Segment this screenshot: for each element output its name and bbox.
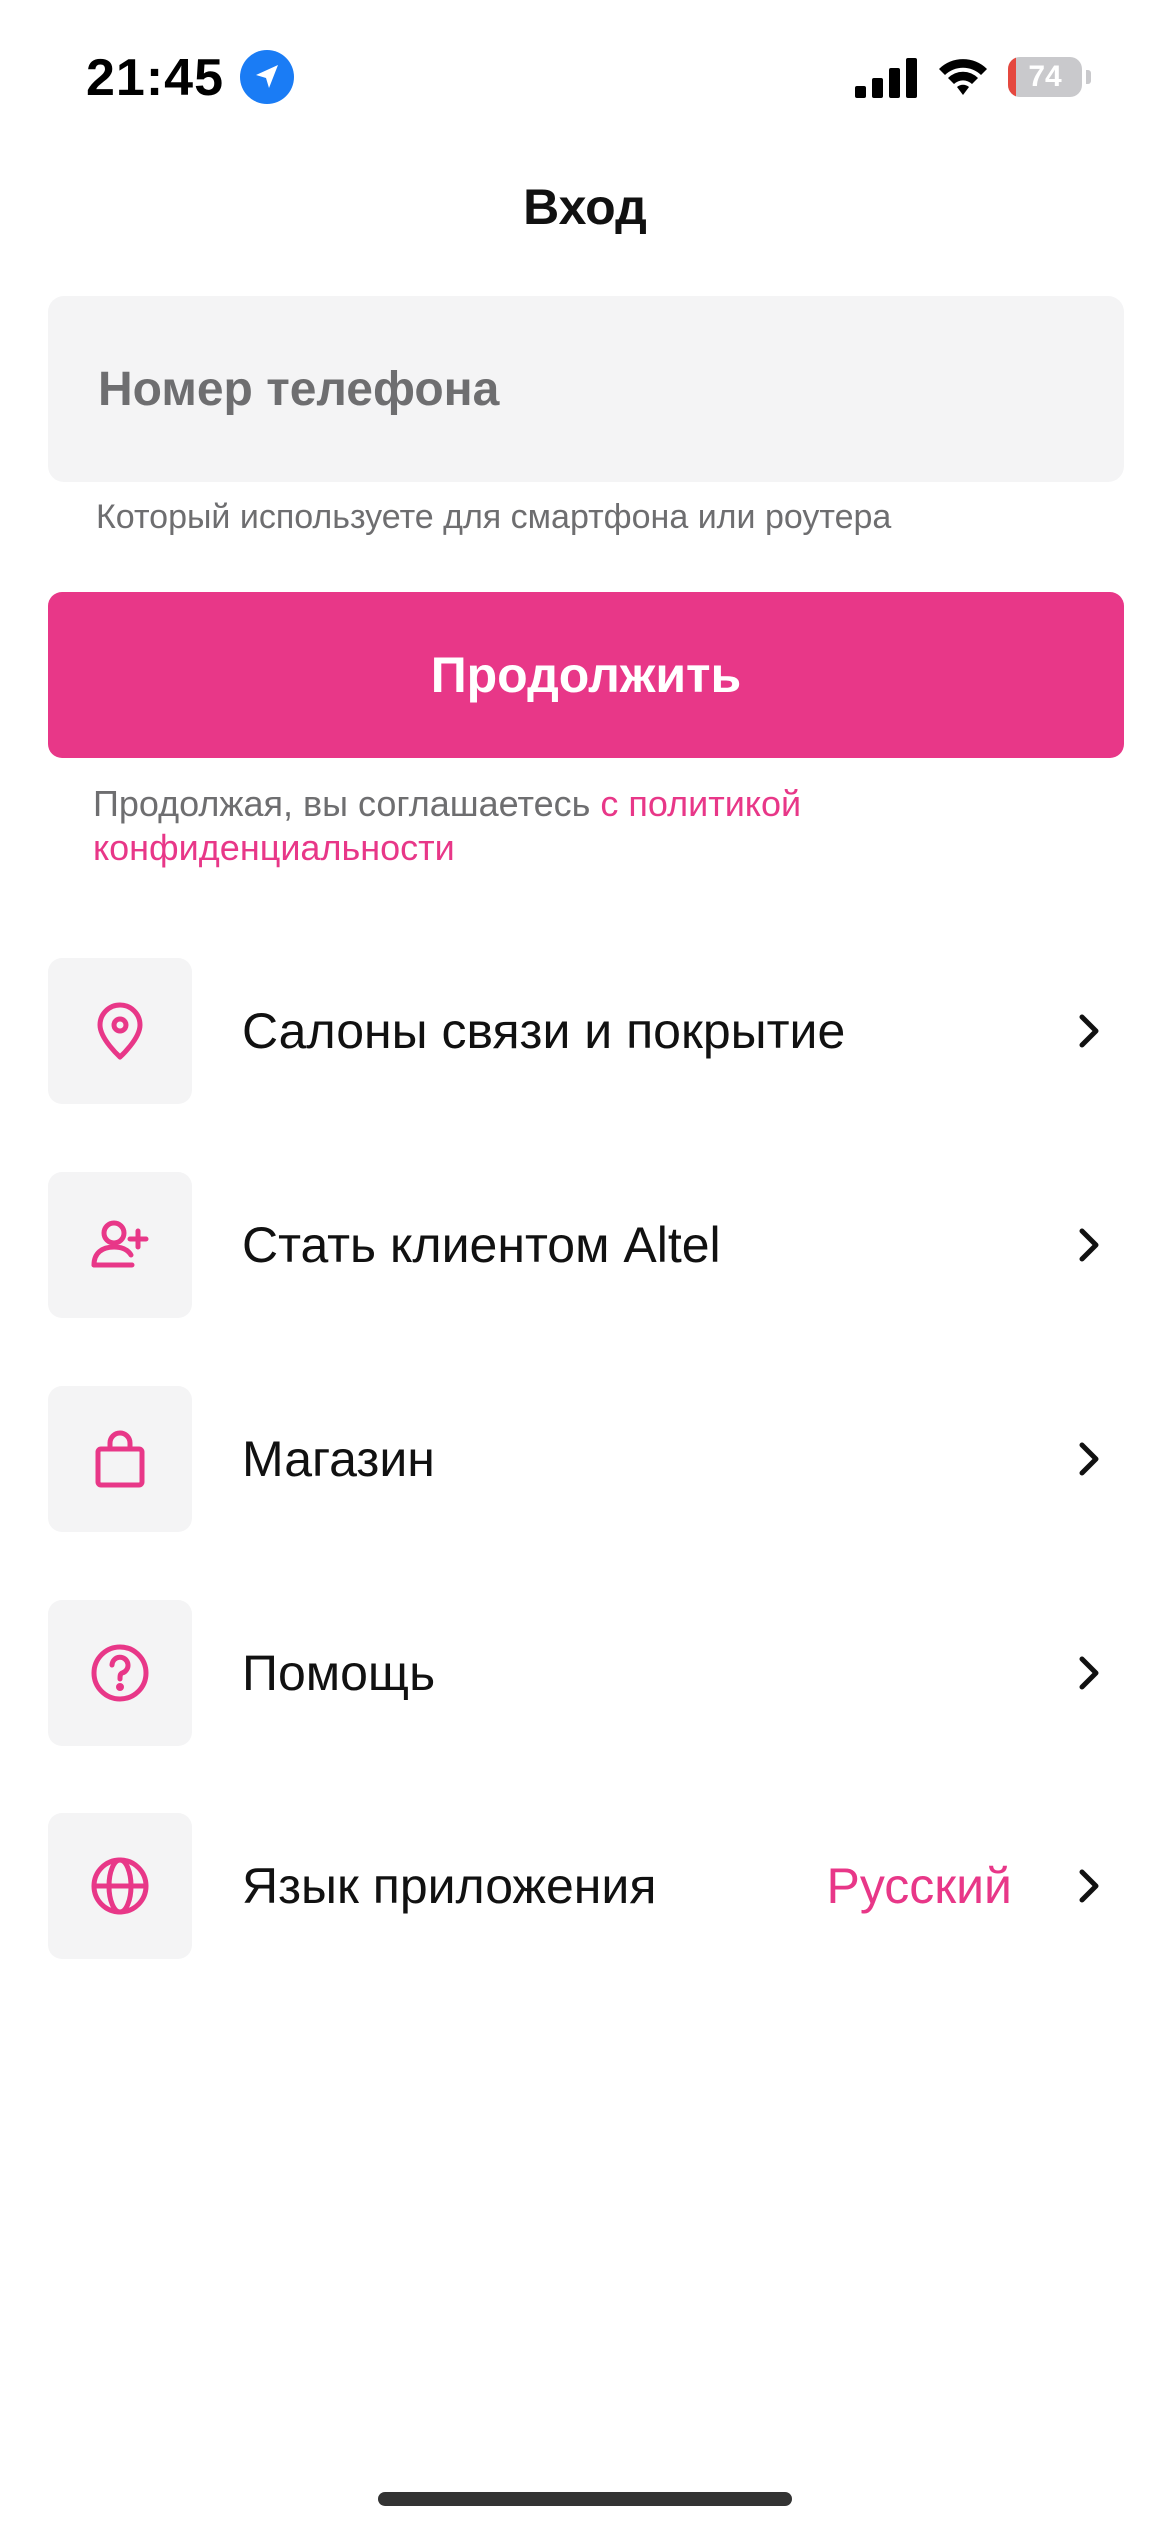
battery-body: 74 [1008,57,1082,97]
location-arrow-icon [240,50,294,104]
menu-item-help[interactable]: Помощь [48,1600,1124,1746]
chevron-right-icon [1079,1442,1099,1476]
globe-icon [91,1857,149,1915]
policy-text: Продолжая, вы соглашаетесь с политикой к… [93,782,993,870]
app-language-value: Русский [826,1858,1012,1914]
policy-prefix: Продолжая, вы соглашаетесь [93,783,601,824]
phone-field[interactable] [48,296,1124,482]
menu-item-become-client[interactable]: Стать клиентом Altel [48,1172,1124,1318]
chevron-right-icon [1079,1656,1099,1690]
wifi-icon [939,59,987,95]
battery-icon: 74 [1008,57,1092,97]
phone-input[interactable] [96,360,1076,418]
cellular-signal-icon [855,58,917,98]
menu-item-app-language[interactable]: Язык приложения Русский [48,1813,1124,1959]
page-title: Вход [523,179,647,235]
menu-icon-box [48,958,192,1104]
menu-icon-box [48,1172,192,1318]
menu-item-label: Стать клиентом Altel [242,1217,721,1273]
status-bar: 21:45 74 [0,0,1170,150]
menu-icon-box [48,1813,192,1959]
shopping-bag-icon [95,1430,145,1488]
chevron-right-icon [1079,1014,1099,1048]
battery-level: 74 [1028,60,1062,93]
add-user-icon [91,1220,149,1268]
home-indicator[interactable] [378,2492,792,2506]
menu-icon-box [48,1386,192,1532]
chevron-right-icon [1079,1869,1099,1903]
menu-item-label: Помощь [242,1645,436,1701]
menu-item-label: Магазин [242,1431,435,1487]
continue-button[interactable]: Продолжить [48,592,1124,758]
phone-hint: Который используете для смартфона или ро… [96,498,892,536]
status-time: 21:45 [86,49,224,107]
menu-item-label: Язык приложения [242,1858,657,1914]
chevron-right-icon [1079,1228,1099,1262]
battery-tip [1086,70,1091,84]
menu-item-label: Салоны связи и покрытие [242,1003,846,1059]
menu-item-stores-coverage[interactable]: Салоны связи и покрытие [48,958,1124,1104]
menu-icon-box [48,1600,192,1746]
menu-item-shop[interactable]: Магазин [48,1386,1124,1532]
map-pin-icon [97,1002,143,1060]
help-circle-icon [91,1644,149,1702]
